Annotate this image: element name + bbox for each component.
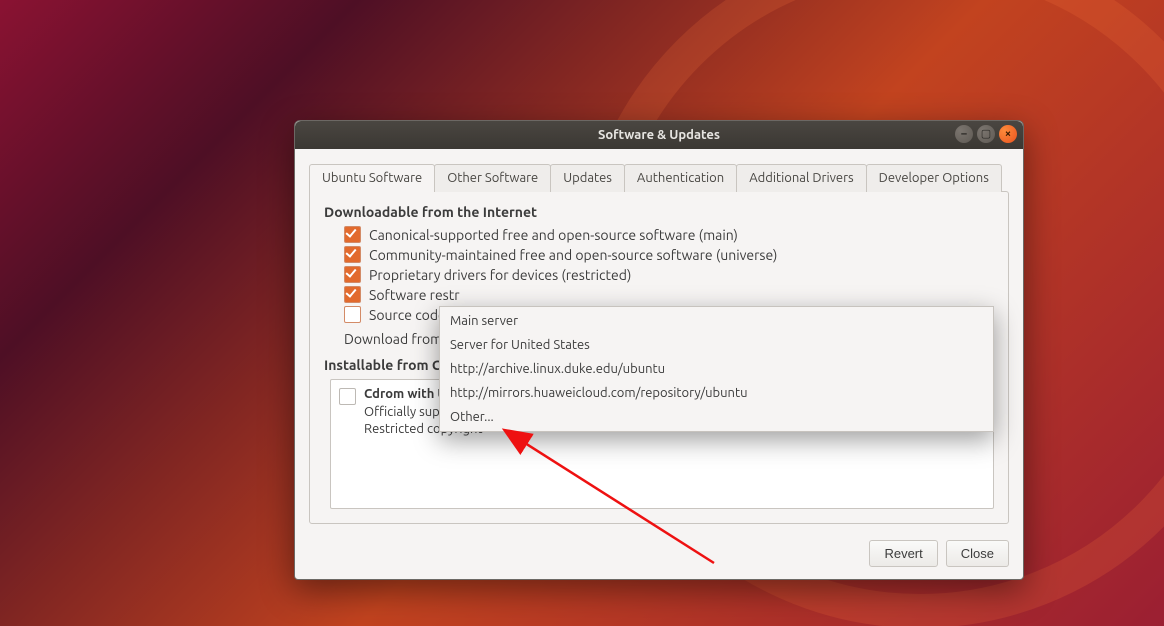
tab-bar: Ubuntu Software Other Software Updates A… [295, 149, 1023, 191]
menu-mirror-duke[interactable]: http://archive.linux.duke.edu/ubuntu [440, 357, 993, 381]
check-restricted[interactable] [344, 266, 361, 283]
download-from-label: Download from: [344, 331, 446, 347]
check-multiverse-row: Software restr [344, 286, 994, 303]
close-window-button[interactable]: × [999, 125, 1017, 143]
check-main[interactable] [344, 226, 361, 243]
revert-button[interactable]: Revert [869, 540, 937, 567]
check-restricted-label: Proprietary drivers for devices (restric… [369, 267, 631, 283]
download-from-menu: Main server Server for United States htt… [439, 306, 994, 432]
check-multiverse[interactable] [344, 286, 361, 303]
check-multiverse-label: Software restr [369, 287, 460, 303]
tab-updates[interactable]: Updates [550, 164, 625, 192]
maximize-button[interactable]: ▢ [977, 125, 995, 143]
menu-mirror-huawei[interactable]: http://mirrors.huaweicloud.com/repositor… [440, 381, 993, 405]
check-source-label: Source code [369, 307, 446, 323]
check-main-label: Canonical-supported free and open-source… [369, 227, 738, 243]
menu-other[interactable]: Other... [440, 405, 993, 429]
window-buttons: – ▢ × [955, 125, 1017, 143]
tab-ubuntu-software[interactable]: Ubuntu Software [309, 164, 435, 192]
tab-developer-options[interactable]: Developer Options [866, 164, 1002, 192]
close-button[interactable]: Close [946, 540, 1009, 567]
tab-authentication[interactable]: Authentication [624, 164, 737, 192]
titlebar: Software & Updates – ▢ × [295, 121, 1023, 149]
check-restricted-row: Proprietary drivers for devices (restric… [344, 266, 994, 283]
check-universe-row: Community-maintained free and open-sourc… [344, 246, 994, 263]
check-universe[interactable] [344, 246, 361, 263]
check-source[interactable] [344, 306, 361, 323]
tab-other-software[interactable]: Other Software [434, 164, 551, 192]
menu-us-server[interactable]: Server for United States [440, 333, 993, 357]
window-title: Software & Updates [295, 128, 1023, 142]
minimize-button[interactable]: – [955, 125, 973, 143]
downloadable-header: Downloadable from the Internet [324, 204, 994, 220]
check-universe-label: Community-maintained free and open-sourc… [369, 247, 777, 263]
check-cdrom[interactable] [339, 388, 356, 405]
tab-additional-drivers[interactable]: Additional Drivers [736, 164, 866, 192]
dialog-footer: Revert Close [295, 534, 1023, 579]
menu-main-server[interactable]: Main server [440, 309, 993, 333]
check-main-row: Canonical-supported free and open-source… [344, 226, 994, 243]
